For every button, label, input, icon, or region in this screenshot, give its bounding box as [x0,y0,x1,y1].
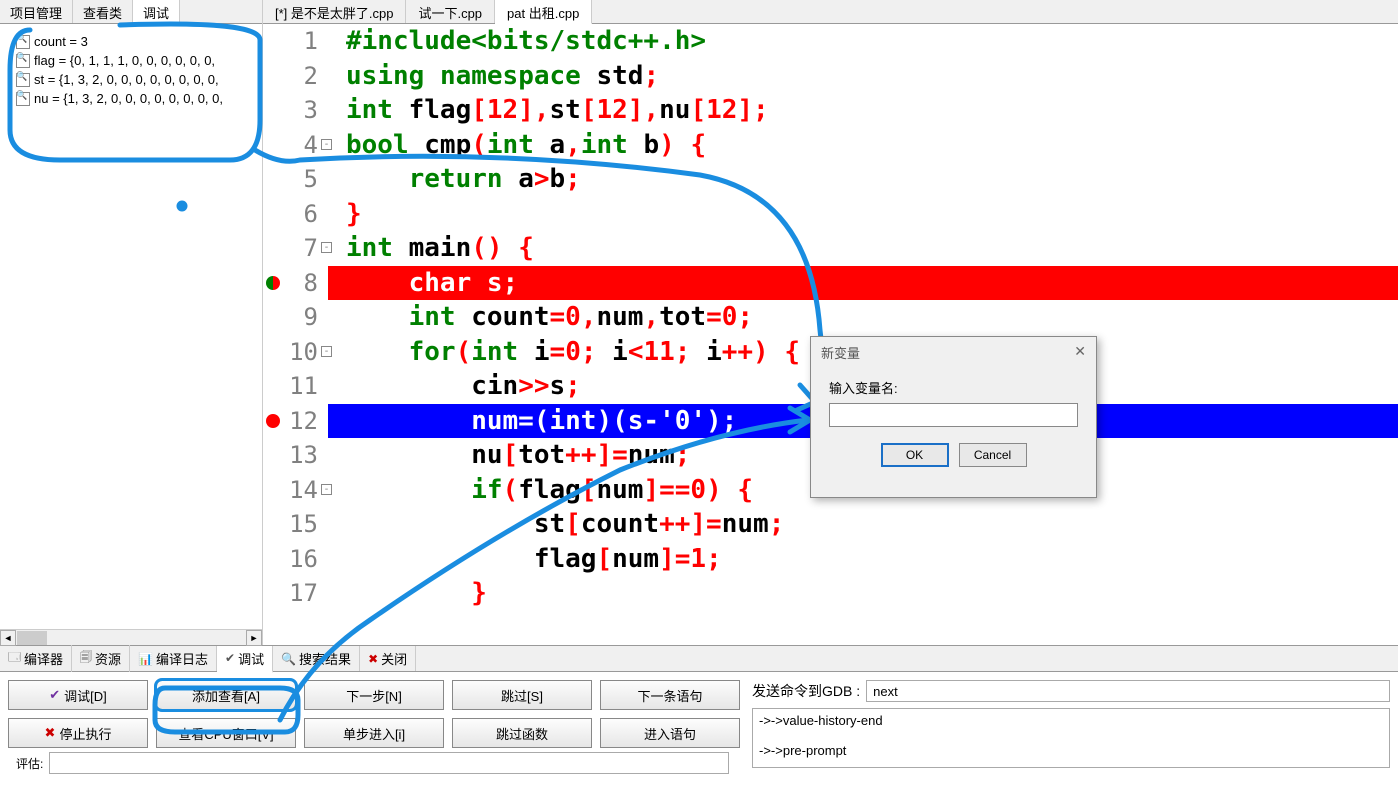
debug-button[interactable]: 下一步[N] [304,680,444,710]
bottom-tab[interactable]: 🗐资源 [72,645,130,672]
bottom-tab[interactable]: ✖关闭 [360,646,416,671]
ok-button[interactable]: OK [881,443,949,467]
dialog-title: 新变量 [821,343,860,362]
file-tabs: [*] 是不是太胖了.cpp试一下.cpppat 出租.cpp [263,0,1398,24]
left-tab-1[interactable]: 查看类 [73,0,133,23]
file-tab[interactable]: pat 出租.cpp [495,0,592,24]
code-line[interactable]: } [346,576,1398,611]
watch-item[interactable]: count = 3 [4,32,258,51]
eval-label: 评估: [16,755,43,772]
horizontal-scrollbar[interactable]: ◄► [0,629,262,645]
debug-button[interactable]: 下一条语句 [600,680,740,710]
file-tab[interactable]: 试一下.cpp [406,0,495,23]
code-line[interactable]: flag[num]=1; [346,542,1398,577]
watch-area: count = 3flag = {0, 1, 1, 1, 0, 0, 0, 0,… [0,24,262,629]
left-tab-0[interactable]: 项目管理 [0,0,73,23]
breakpoint-icon[interactable] [266,414,280,428]
breakpoint-icon[interactable] [266,276,280,290]
debug-button[interactable]: ✔调试[D] [8,680,148,710]
code-line[interactable]: char s; [328,266,1398,301]
editor-panel: [*] 是不是太胖了.cpp试一下.cpppat 出租.cpp 1234-567… [263,0,1398,645]
code-line[interactable]: int flag[12],st[12],nu[12]; [346,93,1398,128]
code-line[interactable]: int main() { [346,231,1398,266]
debug-button[interactable]: 跳过函数 [452,718,592,748]
code-line[interactable]: bool cmp(int a,int b) { [346,128,1398,163]
close-icon[interactable]: ✕ [1074,343,1086,362]
gdb-label: 发送命令到GDB : [752,681,860,701]
bottom-tabs: 🗔编译器🗐资源📊编译日志✔调试🔍搜索结果✖关闭 [0,646,1398,672]
dialog-label: 输入变量名: [829,378,1078,397]
new-variable-dialog: 新变量 ✕ 输入变量名: OK Cancel [810,336,1097,498]
bottom-tab[interactable]: 🔍搜索结果 [273,646,360,671]
code-area[interactable]: 1234-567-8910-11121314-151617 #include<b… [263,24,1398,645]
gdb-command-input[interactable] [866,680,1390,702]
code-line[interactable]: #include<bits/stdc++.h> [346,24,1398,59]
variable-name-input[interactable] [829,403,1078,427]
debug-button[interactable]: 进入语句 [600,718,740,748]
bottom-tab[interactable]: 📊编译日志 [130,646,217,671]
debug-button[interactable]: 添加查看[A] [156,680,296,710]
debug-button[interactable]: ✖停止执行 [8,718,148,748]
code-line[interactable]: return a>b; [346,162,1398,197]
code-line[interactable]: } [346,197,1398,232]
eval-input[interactable] [49,752,729,774]
debug-button[interactable]: 跳过[S] [452,680,592,710]
code-line[interactable]: int count=0,num,tot=0; [346,300,1398,335]
code-line[interactable]: using namespace std; [346,59,1398,94]
cancel-button[interactable]: Cancel [959,443,1027,467]
code-line[interactable]: st[count++]=num; [346,507,1398,542]
debug-button-grid: ✔调试[D] 添加查看[A] 下一步[N] 跳过[S] 下一条语句 ✖停止执行查看CPU窗… [8,680,740,748]
left-tabs: 项目管理查看类调试 [0,0,262,24]
debug-button[interactable]: 查看CPU窗口[V] [156,718,296,748]
debug-button[interactable]: 单步进入[i] [304,718,444,748]
gdb-output: ->->value-history-end ->->pre-prompt [752,708,1390,768]
left-tab-2[interactable]: 调试 [133,0,180,24]
bottom-tab[interactable]: 🗔编译器 [0,645,72,672]
watch-item[interactable]: st = {1, 3, 2, 0, 0, 0, 0, 0, 0, 0, 0, [4,70,258,89]
watch-item[interactable]: flag = {0, 1, 1, 1, 0, 0, 0, 0, 0, 0, [4,51,258,70]
bottom-tab[interactable]: ✔调试 [217,646,273,673]
file-tab[interactable]: [*] 是不是太胖了.cpp [263,0,406,23]
bottom-panel: 🗔编译器🗐资源📊编译日志✔调试🔍搜索结果✖关闭 ✔调试[D] 添加查看[A] 下一步… [0,645,1398,786]
watch-item[interactable]: nu = {1, 3, 2, 0, 0, 0, 0, 0, 0, 0, 0, [4,89,258,108]
left-panel: 项目管理查看类调试 count = 3flag = {0, 1, 1, 1, 0… [0,0,263,645]
